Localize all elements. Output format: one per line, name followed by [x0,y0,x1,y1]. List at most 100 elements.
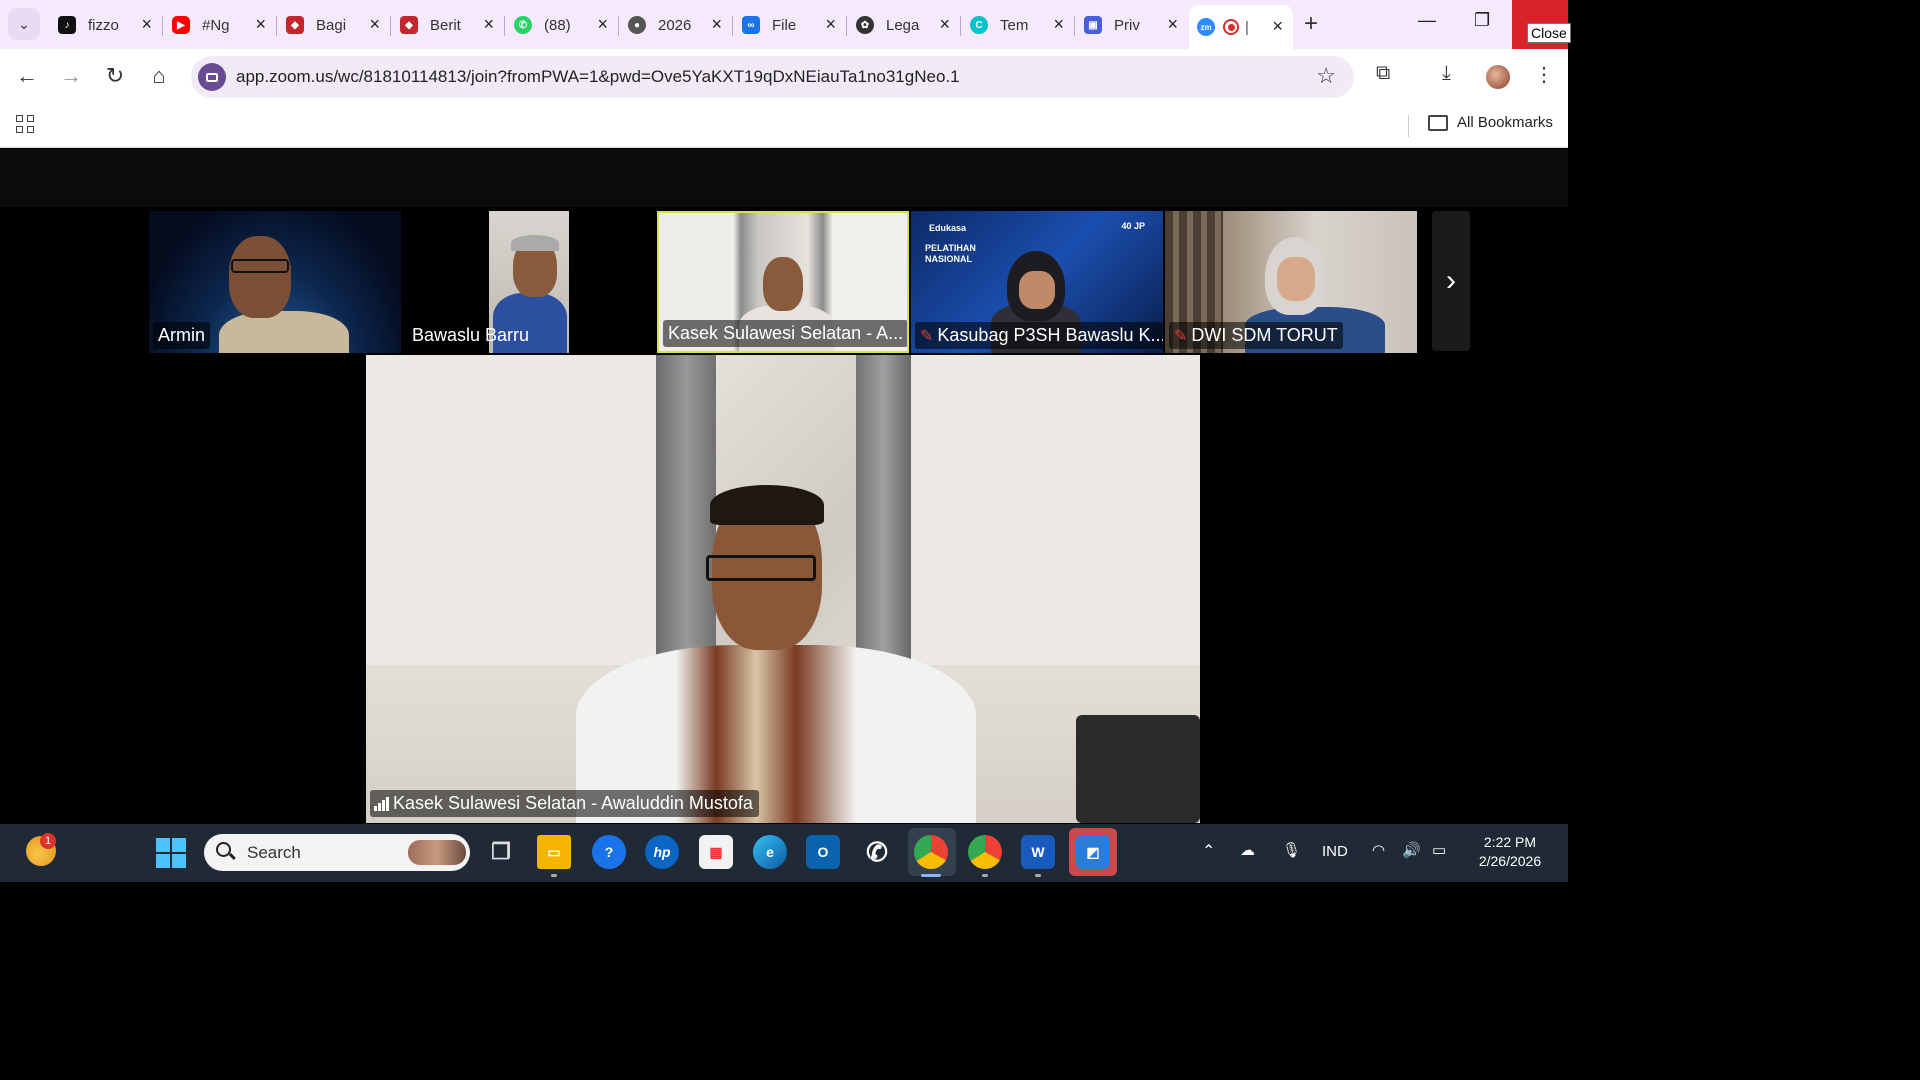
tab-label: #Ng [202,16,230,34]
participant-video [219,311,349,353]
menu-kebab-icon[interactable]: ⋮ [1534,62,1554,87]
microphone-icon[interactable]: 🎙 [1282,841,1301,859]
chrome-profile-icon[interactable] [968,835,1002,869]
forward-arrow-icon[interactable]: → [58,63,84,89]
tab-lega[interactable]: ✿ Lega × [848,6,961,44]
cloud-offline-icon[interactable]: ☁ [1240,841,1255,859]
participant-tile-dwi[interactable]: ✎ DWI SDM TORUT [1165,211,1417,353]
participant-name: Kasek Sulawesi Selatan - A... [668,323,904,343]
outlook-icon[interactable]: O [806,835,840,869]
battery-icon[interactable]: ▭ [1432,841,1446,859]
edge-icon[interactable]: e [753,835,787,869]
active-speaker-video[interactable]: Kasek Sulawesi Selatan - Awaluddin Musto… [366,355,1200,823]
tab-tem[interactable]: C Tem × [962,6,1075,44]
tab-priv[interactable]: ▣ Priv × [1076,6,1188,44]
tab-youtube[interactable]: ▶ #Ng × [164,6,277,44]
chat-icon: ▣ [1084,16,1102,34]
restore-icon[interactable]: ❐ [1474,10,1490,31]
browser-toolbar: ← → ↻ ⌂ app.zoom.us/wc/81810114813/join?… [0,49,1568,105]
bookmarks-divider [1408,115,1409,137]
hp-icon[interactable]: hp [645,835,679,869]
download-icon[interactable]: ⤓ [1442,62,1451,85]
speaker-name-label: Kasek Sulawesi Selatan - Awaluddin Musto… [370,790,759,817]
jp-badge: 40 JP [1121,221,1145,231]
whatsapp-icon[interactable]: ✆ [860,835,894,869]
tab-fizzo[interactable]: ♪ fizzo × [50,6,163,44]
participant-name: Kasubag P3SH Bawaslu K... [937,325,1163,345]
windows-start-icon[interactable] [156,838,186,868]
running-indicator [982,874,988,877]
tab-close-icon[interactable]: × [1167,15,1178,33]
participant-tile-bawaslu-barru[interactable]: Bawaslu Barru [403,211,655,353]
taskbar-clock[interactable]: 2:22 PM 2/26/2026 [1462,833,1558,871]
participant-name: DWI SDM TORUT [1191,325,1338,345]
back-arrow-icon[interactable]: ← [14,63,40,89]
file-explorer-icon[interactable]: ▭ [537,835,571,869]
tab-separator [846,16,847,36]
tab-bagi[interactable]: ◆ Bagi × [278,6,391,44]
notification-badge: 1 [40,833,56,849]
tab-search-button[interactable]: ⌄ [8,8,40,40]
folder-icon [1428,115,1448,131]
search-icon [216,842,231,857]
url-text[interactable]: app.zoom.us/wc/81810114813/join?fromPWA=… [236,67,960,87]
tab-berita[interactable]: ◆ Berit × [392,6,505,44]
participant-tile-armin[interactable]: Armin [149,211,401,353]
printer [1076,715,1200,823]
running-indicator [1035,874,1041,877]
participant-tile-kasek[interactable]: Kasek Sulawesi Selatan - A... [657,211,909,353]
taskbar-search[interactable]: Search [204,834,470,871]
active-indicator [921,874,941,877]
tab-close-icon[interactable]: × [825,15,836,33]
next-page-button[interactable]: › [1432,211,1470,351]
tab-close-icon[interactable]: × [711,15,722,33]
tab-close-icon[interactable]: × [597,15,608,33]
tab-label: Bagi [316,16,347,34]
extensions-icon[interactable]: ⧉ [1376,62,1390,85]
tab-2026[interactable]: ● 2026 × [620,6,733,44]
tab-label: Lega [886,16,920,34]
all-bookmarks-link[interactable]: All Bookmarks [1457,114,1553,131]
bookmark-star-icon[interactable]: ☆ [1316,63,1336,89]
search-label: Search [247,843,301,862]
whatsapp-icon: ✆ [514,16,532,34]
tab-zoom-active[interactable]: zm | × [1189,5,1293,49]
tab-separator [1074,16,1075,36]
tab-close-icon[interactable]: × [483,15,494,33]
help-icon[interactable]: ? [592,835,626,869]
participant-tile-kasubag[interactable]: Edukasa PELATIHAN NASIONAL 40 JP ✎ Kasuba… [911,211,1163,353]
tab-label: Priv [1114,16,1140,34]
tab-file[interactable]: ∞ File × [734,6,847,44]
word-icon[interactable]: W [1021,835,1055,869]
tab-whatsapp[interactable]: ✆ (88) × [506,6,619,44]
tab-close-icon[interactable]: × [255,15,266,33]
reload-icon[interactable]: ↻ [102,63,128,89]
wifi-icon[interactable]: ◠ [1372,841,1385,859]
windows-taskbar: 1 Search ❐ ▭ ? hp ▦ e O ✆ W ◩ ⌃ ☁ 🎙 IND … [0,824,1568,882]
tab-close-icon[interactable]: × [1053,15,1064,33]
tab-close-icon[interactable]: × [369,15,380,33]
search-highlight-image [408,840,466,865]
clock-date: 2/26/2026 [1478,853,1542,869]
microsoft-store-icon[interactable]: ▦ [699,835,733,869]
participant-name: Armin [158,325,206,345]
task-view-icon[interactable]: ❐ [484,835,518,869]
tab-close-icon[interactable]: × [141,15,152,33]
chrome-icon[interactable] [914,835,948,869]
new-tab-button[interactable]: + [1304,12,1318,36]
profile-avatar[interactable] [1486,65,1510,89]
chevron-up-icon[interactable]: ⌃ [1202,841,1215,861]
participant-video [1277,257,1315,301]
tab-close-icon[interactable]: × [1272,17,1283,35]
participant-name-label: Armin [153,322,211,349]
address-bar[interactable]: app.zoom.us/wc/81810114813/join?fromPWA=… [191,56,1354,98]
volume-icon[interactable]: 🔊 [1402,841,1421,859]
minimize-icon[interactable]: — [1418,10,1436,31]
home-icon[interactable]: ⌂ [146,63,172,89]
apps-grid-icon[interactable] [16,115,34,133]
language-indicator[interactable]: IND [1322,843,1348,860]
site-info-icon[interactable] [198,63,226,91]
participant-name-label: Kasek Sulawesi Selatan - A... [663,320,907,347]
remote-desktop-icon[interactable]: ◩ [1076,835,1110,869]
tab-close-icon[interactable]: × [939,15,950,33]
